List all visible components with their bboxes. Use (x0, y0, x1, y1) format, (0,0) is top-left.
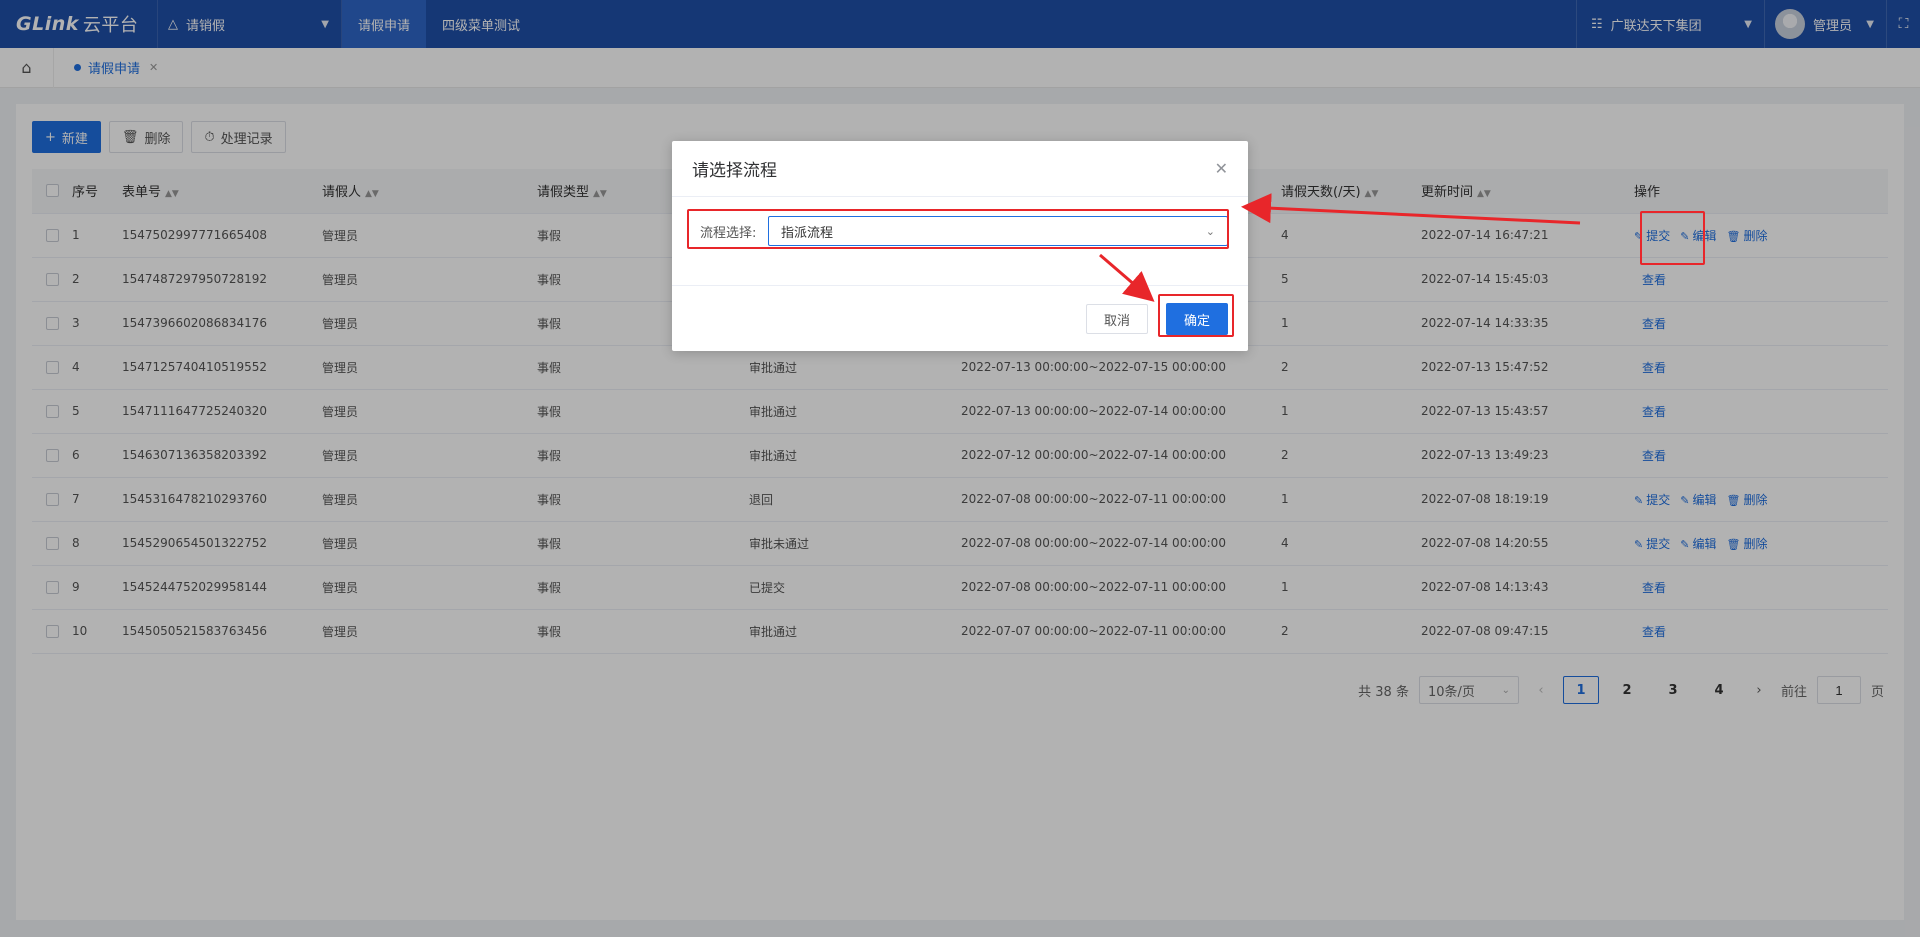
highlight-process-select (687, 209, 1229, 249)
dialog-title: 请选择流程 (672, 141, 1248, 197)
cancel-button[interactable]: 取消 (1086, 304, 1148, 334)
close-icon[interactable]: ✕ (1215, 159, 1228, 178)
highlight-submit-action (1640, 211, 1705, 265)
highlight-confirm-button (1158, 294, 1234, 337)
